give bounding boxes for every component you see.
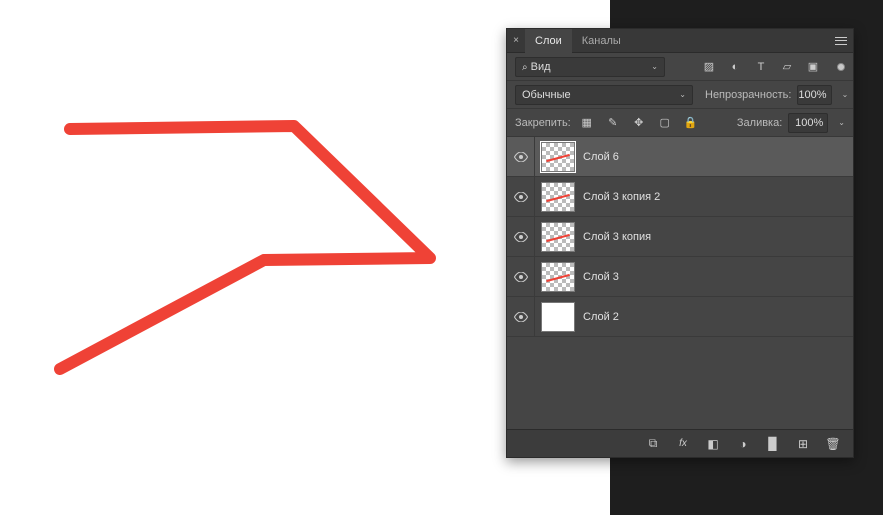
chevron-down-icon[interactable]: ⌄	[842, 90, 849, 99]
visibility-toggle[interactable]	[507, 257, 535, 296]
layers-panel: × СлоиКаналы ⌕ Вид ⌄ ▨ ◐ T ▱ ▣ Обычные ⌄ Неп…	[506, 28, 854, 458]
fill-label: Заливка:	[737, 117, 782, 129]
layer-row[interactable]: Слой 6	[507, 137, 853, 177]
eye-icon	[514, 312, 528, 322]
close-icon[interactable]: ×	[507, 29, 525, 53]
layer-thumbnail[interactable]	[541, 222, 575, 252]
chevron-down-icon: ⌄	[679, 90, 686, 99]
eye-icon	[514, 272, 528, 282]
panel-footer: ⧉ fx ◧ ◑ ▉ ⊞ 🗑	[507, 429, 853, 457]
visibility-toggle[interactable]	[507, 177, 535, 216]
layers-list: Слой 6 Слой 3 копия 2 Слой 3 копия Слой 3 Сл…	[507, 137, 853, 429]
filter-row: ⌕ Вид ⌄ ▨ ◐ T ▱ ▣	[507, 53, 853, 81]
lock-brush-icon[interactable]: ✎	[603, 113, 623, 133]
panel-header: × СлоиКаналы	[507, 29, 853, 53]
layer-row[interactable]: Слой 3	[507, 257, 853, 297]
adjust-filter-icon[interactable]: ◐	[725, 57, 745, 77]
layer-row[interactable]: Слой 3 копия	[507, 217, 853, 257]
tab-channels[interactable]: Каналы	[572, 29, 631, 53]
lock-move-icon[interactable]: ✥	[629, 113, 649, 133]
smartobj-filter-icon[interactable]: ▣	[803, 57, 823, 77]
lock-pixels-icon[interactable]: ▦	[577, 113, 597, 133]
layer-name[interactable]: Слой 3 копия 2	[583, 191, 660, 203]
link-icon[interactable]: ⧉	[643, 434, 663, 454]
layer-filter-select[interactable]: ⌕ Вид ⌄	[515, 57, 665, 77]
layer-row[interactable]: Слой 3 копия 2	[507, 177, 853, 217]
fill-input[interactable]: 100%	[788, 113, 828, 133]
opacity-label: Непрозрачность:	[705, 89, 791, 101]
lock-row: Закрепить: ▦ ✎ ✥ ▢ 🔒 Заливка: 100% ⌄	[507, 109, 853, 137]
blend-row: Обычные ⌄ Непрозрачность: 100% ⌄	[507, 81, 853, 109]
layer-thumbnail[interactable]	[541, 182, 575, 212]
blend-mode-select[interactable]: Обычные ⌄	[515, 85, 693, 105]
visibility-toggle[interactable]	[507, 297, 535, 336]
trash-icon[interactable]: 🗑	[823, 434, 843, 454]
filter-toggle[interactable]	[837, 63, 845, 71]
visibility-toggle[interactable]	[507, 137, 535, 176]
layer-row[interactable]: Слой 2	[507, 297, 853, 337]
chevron-down-icon[interactable]: ⌄	[838, 118, 845, 127]
fx-icon[interactable]: fx	[673, 434, 693, 454]
layer-thumbnail[interactable]	[541, 262, 575, 292]
layer-thumbnail[interactable]	[541, 142, 575, 172]
lock-label: Закрепить:	[515, 117, 571, 129]
blend-mode-label: Обычные	[522, 89, 571, 101]
lock-artboard-icon[interactable]: ▢	[655, 113, 675, 133]
layer-name[interactable]: Слой 6	[583, 151, 619, 163]
eye-icon	[514, 232, 528, 242]
eye-icon	[514, 192, 528, 202]
eye-icon	[514, 152, 528, 162]
adjustment-icon[interactable]: ◑	[733, 434, 753, 454]
type-filter-icon[interactable]: T	[751, 57, 771, 77]
layer-name[interactable]: Слой 3	[583, 271, 619, 283]
image-filter-icon[interactable]: ▨	[699, 57, 719, 77]
layer-name[interactable]: Слой 2	[583, 311, 619, 323]
chevron-down-icon: ⌄	[651, 62, 658, 71]
visibility-toggle[interactable]	[507, 217, 535, 256]
layer-name[interactable]: Слой 3 копия	[583, 231, 651, 243]
new-layer-icon[interactable]: ⊞	[793, 434, 813, 454]
filter-label: Вид	[531, 61, 551, 73]
mask-icon[interactable]: ◧	[703, 434, 723, 454]
layer-thumbnail[interactable]	[541, 302, 575, 332]
opacity-input[interactable]: 100%	[797, 85, 831, 105]
shape-filter-icon[interactable]: ▱	[777, 57, 797, 77]
group-icon[interactable]: ▉	[763, 434, 783, 454]
tab-layers[interactable]: Слои	[525, 29, 572, 53]
panel-menu-icon[interactable]	[829, 29, 853, 53]
lock-all-icon[interactable]: 🔒	[681, 113, 701, 133]
